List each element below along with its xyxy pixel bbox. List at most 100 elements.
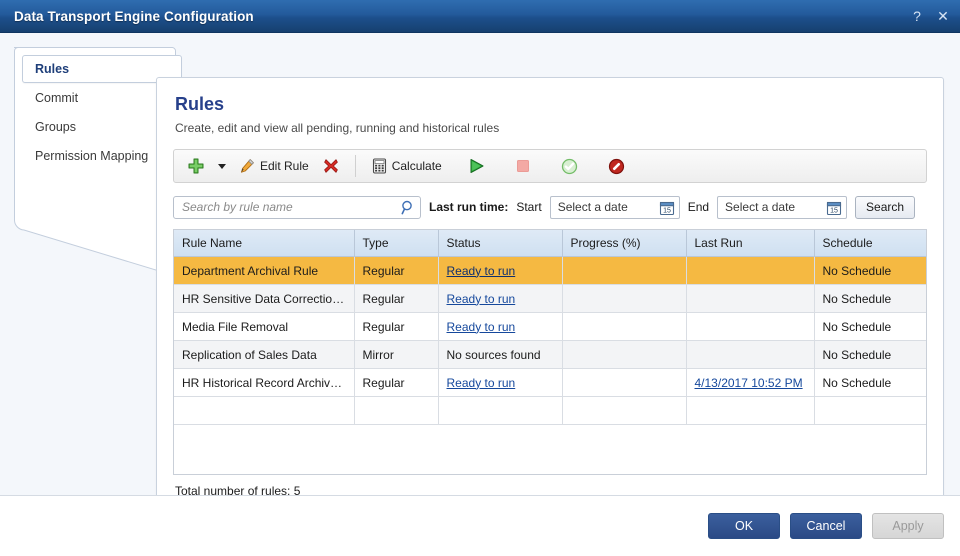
cell-rule-name: HR Historical Record Archive... — [174, 368, 355, 397]
calendar-icon[interactable]: 15 — [659, 200, 675, 221]
end-label: End — [687, 200, 710, 214]
run-button[interactable] — [462, 152, 491, 180]
search-input[interactable] — [174, 196, 420, 218]
cell-progress — [562, 340, 687, 369]
column-header-schedule[interactable]: Schedule — [814, 230, 926, 257]
cell-rule-name: Department Archival Rule — [174, 256, 355, 285]
start-date-value: Select a date — [557, 200, 628, 214]
total-rules-label: Total number of rules: 5 — [175, 484, 301, 495]
play-icon — [470, 159, 484, 173]
dialog-window: Data Transport Engine Configuration ? ✕ … — [0, 0, 960, 556]
calendar-icon[interactable]: 15 — [826, 200, 842, 221]
cell-type: Regular — [354, 284, 439, 313]
window-title: Data Transport Engine Configuration — [14, 8, 254, 24]
delete-rule-button[interactable] — [317, 152, 345, 180]
cancel-button[interactable]: Cancel — [790, 513, 862, 539]
cell-type: Regular — [354, 256, 439, 285]
status-link[interactable]: Ready to run — [447, 292, 516, 306]
plus-icon — [188, 158, 204, 174]
column-header-progress[interactable]: Progress (%) — [562, 230, 687, 257]
add-rule-button[interactable] — [182, 152, 210, 180]
calculator-icon — [372, 158, 386, 174]
rules-grid: Rule Name Type Status Progress (%) Last … — [173, 229, 927, 475]
last-run-link[interactable]: 4/13/2017 10:52 PM — [695, 376, 803, 390]
table-row[interactable]: Replication of Sales Data Mirror No sour… — [174, 340, 926, 369]
page-subtitle: Create, edit and view all pending, runni… — [175, 121, 500, 135]
cell-last-run — [686, 256, 815, 285]
cell-last-run: 4/13/2017 10:52 PM — [686, 368, 815, 397]
add-rule-dropdown-button[interactable] — [212, 152, 231, 180]
grid-body: Department Archival Rule Regular Ready t… — [174, 256, 926, 425]
content-panel: Rules Create, edit and view all pending,… — [156, 77, 944, 495]
cell-rule-name: Media File Removal — [174, 312, 355, 341]
dialog-footer: OK Cancel Apply — [0, 495, 960, 556]
status-link[interactable]: Ready to run — [447, 320, 516, 334]
status-link[interactable]: Ready to run — [447, 264, 516, 278]
page-title: Rules — [175, 94, 225, 114]
calculate-button[interactable]: Calculate — [366, 152, 448, 180]
cell-status: Ready to run — [438, 256, 563, 285]
table-row[interactable]: Media File Removal Regular Ready to run … — [174, 312, 926, 341]
stop-button[interactable] — [509, 152, 537, 180]
help-icon[interactable]: ? — [910, 9, 924, 23]
table-row[interactable]: HR Historical Record Archive... Regular … — [174, 368, 926, 397]
search-button[interactable]: Search — [855, 195, 916, 219]
start-date-picker[interactable]: Select a date 15 — [549, 195, 680, 221]
end-date-picker[interactable]: Select a date 15 — [717, 195, 848, 221]
ok-button[interactable]: OK — [708, 513, 780, 539]
column-header-rule-name[interactable]: Rule Name — [174, 230, 355, 257]
chevron-down-icon — [218, 163, 226, 169]
toolbar: Edit Rule Calculate — [173, 149, 927, 183]
table-row[interactable]: Department Archival Rule Regular Ready t… — [174, 256, 926, 285]
window-controls: ? ✕ — [910, 0, 950, 32]
magnifier-icon[interactable] — [401, 200, 415, 220]
toolbar-separator — [354, 155, 356, 177]
search-box[interactable] — [173, 195, 421, 220]
deny-button[interactable] — [602, 152, 631, 180]
apply-button[interactable]: Apply — [872, 513, 944, 539]
edit-rule-button[interactable]: Edit Rule — [233, 152, 315, 180]
cell-progress — [562, 368, 687, 397]
stop-square-icon — [516, 160, 529, 172]
sidebar-item-label: Permission Mapping — [35, 149, 149, 163]
close-icon[interactable]: ✕ — [936, 9, 950, 23]
calculate-label: Calculate — [391, 159, 442, 173]
cell-type: Mirror — [354, 340, 439, 369]
cell-type: Regular — [354, 312, 439, 341]
cell-progress — [562, 256, 687, 285]
cell-status: Ready to run — [438, 312, 563, 341]
cell-schedule: No Schedule — [814, 312, 926, 341]
cell-progress — [562, 284, 687, 313]
cell-status: Ready to run — [438, 368, 563, 397]
column-header-type[interactable]: Type — [354, 230, 439, 257]
cell-last-run — [686, 312, 815, 341]
dialog-body: Rules Commit Groups Permission Mapping R… — [0, 33, 960, 495]
cell-progress — [562, 312, 687, 341]
cell-status: No sources found — [438, 340, 563, 369]
filter-bar: Last run time: Start Select a date 15 En… — [173, 195, 927, 219]
sidebar-item-label: Rules — [35, 62, 70, 76]
cell-type: Regular — [354, 368, 439, 397]
grid-header-row: Rule Name Type Status Progress (%) Last … — [174, 230, 926, 257]
cell-rule-name: HR Sensitive Data Correction... — [174, 284, 355, 313]
column-header-last-run[interactable]: Last Run — [686, 230, 815, 257]
status-link[interactable]: Ready to run — [447, 376, 516, 390]
cell-schedule: No Schedule — [814, 284, 926, 313]
cell-schedule: No Schedule — [814, 368, 926, 397]
sidebar-item-label: Groups — [35, 120, 76, 134]
title-bar: Data Transport Engine Configuration ? ✕ — [0, 0, 960, 33]
table-row[interactable]: HR Sensitive Data Correction... Regular … — [174, 284, 926, 313]
cell-last-run — [686, 340, 815, 369]
grid-empty-area — [174, 396, 926, 425]
pencil-icon — [240, 159, 254, 173]
svg-text:15: 15 — [830, 207, 838, 214]
last-run-time-label: Last run time: — [429, 200, 509, 214]
red-x-icon — [323, 159, 338, 173]
prohibited-circle-icon — [608, 158, 624, 174]
cell-rule-name: Replication of Sales Data — [174, 340, 355, 369]
cell-schedule: No Schedule — [814, 340, 926, 369]
edit-rule-label: Edit Rule — [260, 159, 309, 173]
approve-button[interactable] — [555, 152, 584, 180]
column-header-status[interactable]: Status — [438, 230, 563, 257]
end-date-value: Select a date — [725, 200, 796, 214]
